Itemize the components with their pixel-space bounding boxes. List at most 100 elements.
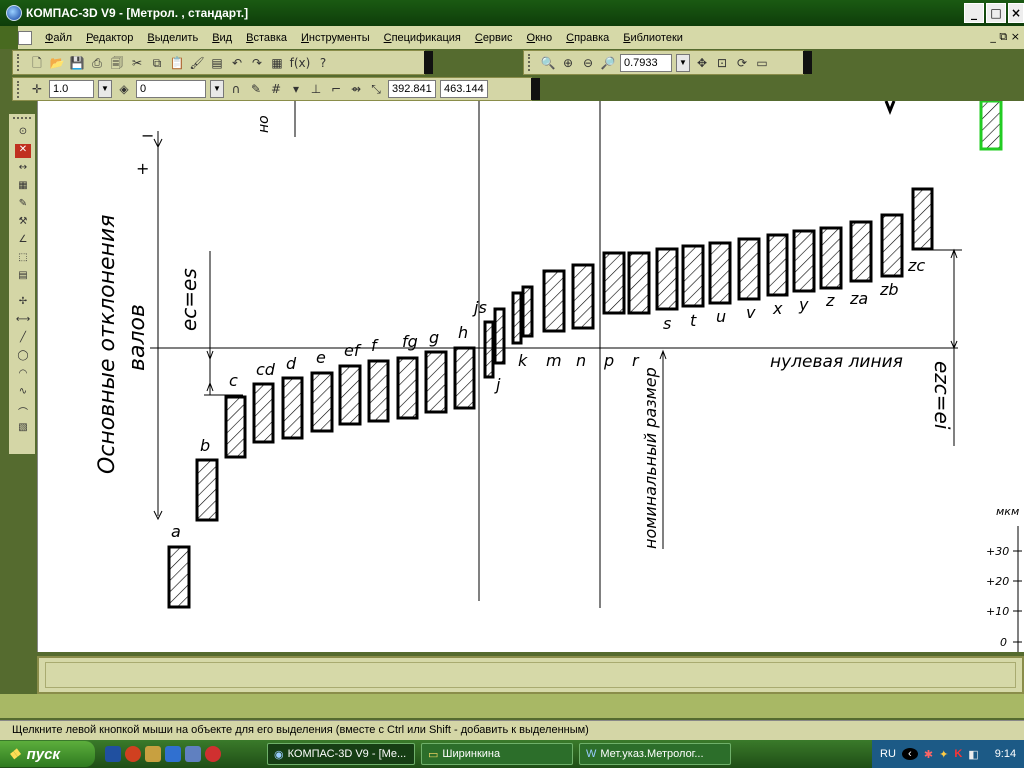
- menu-tools[interactable]: Инструменты: [301, 32, 370, 44]
- cut-icon[interactable]: ✂: [129, 55, 145, 71]
- app-icon[interactable]: [6, 5, 22, 21]
- app-quicklaunch-icon[interactable]: [145, 746, 161, 762]
- language-indicator[interactable]: RU: [880, 748, 896, 760]
- properties-panel-field[interactable]: [45, 662, 1016, 688]
- doc-quicklaunch-icon[interactable]: [185, 746, 201, 762]
- toolbar-grip[interactable]: [17, 54, 21, 71]
- menu-view[interactable]: Вид: [212, 32, 232, 44]
- close-button[interactable]: ×: [1008, 3, 1024, 23]
- format-brush-icon[interactable]: 🖌: [189, 55, 205, 71]
- maximize-button[interactable]: □: [986, 3, 1006, 23]
- menu-insert[interactable]: Вставка: [246, 32, 287, 44]
- hatch-icon[interactable]: ▧: [15, 422, 31, 436]
- media-quicklaunch-icon[interactable]: [205, 746, 221, 762]
- show-all-icon[interactable]: ⊡: [714, 55, 730, 71]
- point-icon[interactable]: ✢: [15, 296, 31, 310]
- taskbar-item-word[interactable]: W Мет.указ.Метролог...: [579, 743, 731, 765]
- grid-dropdown-icon[interactable]: ▾: [288, 81, 304, 97]
- geometry-icon[interactable]: ⊙: [15, 126, 31, 140]
- undo-icon[interactable]: ↶: [229, 55, 245, 71]
- cursor-coords-icon[interactable]: ⤡: [368, 81, 384, 97]
- cursor-step-icon[interactable]: ⇴: [348, 81, 364, 97]
- round-icon[interactable]: ⌐: [328, 81, 344, 97]
- line-width-dropdown[interactable]: ▼: [98, 80, 112, 98]
- zoom-scale-icon[interactable]: 🔎: [600, 55, 616, 71]
- copy-icon[interactable]: ⧉: [149, 55, 165, 71]
- toolbar-grip[interactable]: [528, 54, 532, 71]
- function-icon[interactable]: f(x): [289, 55, 311, 71]
- edit-icon[interactable]: ✎: [15, 198, 31, 212]
- toolbar-grip[interactable]: [17, 81, 21, 98]
- tray-app-icon[interactable]: ✦: [939, 748, 948, 761]
- snap-settings-icon[interactable]: ✎: [248, 81, 264, 97]
- selected-bar-fragment[interactable]: [979, 101, 1003, 151]
- calculator-icon[interactable]: ▦: [269, 55, 285, 71]
- layer-icon[interactable]: ◈: [116, 81, 132, 97]
- menu-edit[interactable]: Редактор: [86, 32, 133, 44]
- circle-icon[interactable]: ◯: [15, 350, 31, 364]
- cursor-x-field[interactable]: 392.841: [388, 80, 436, 98]
- opera-quicklaunch-icon[interactable]: [125, 746, 141, 762]
- word-quicklaunch-icon[interactable]: [105, 746, 121, 762]
- zoom-window-icon[interactable]: 🔍: [540, 55, 556, 71]
- pan-icon[interactable]: ✥: [694, 55, 710, 71]
- layer-dropdown[interactable]: ▼: [210, 80, 224, 98]
- help-pointer-icon[interactable]: ?: [315, 55, 331, 71]
- taskbar-item-kompas[interactable]: ◉ КОМПАС-3D V9 - [Ме...: [267, 743, 415, 765]
- aux-line-icon[interactable]: ╱: [15, 332, 31, 346]
- new-document-icon[interactable]: 🗋: [29, 55, 45, 71]
- redo-icon[interactable]: ↷: [249, 55, 265, 71]
- menu-libraries[interactable]: Библиотеки: [623, 32, 683, 44]
- line-width-field[interactable]: 1.0: [49, 80, 94, 98]
- back-arrow-icon[interactable]: ‹: [901, 748, 918, 760]
- menu-service[interactable]: Сервис: [475, 32, 513, 44]
- tray-app-icon[interactable]: ◧: [968, 748, 978, 761]
- symbols-icon[interactable]: ▦: [15, 180, 31, 194]
- select-icon[interactable]: ⬚: [15, 252, 31, 266]
- print-icon[interactable]: ⎙: [89, 55, 105, 71]
- menu-specification[interactable]: Спецификация: [384, 32, 461, 44]
- cursor-y-field[interactable]: 463.144: [440, 80, 488, 98]
- zoom-in-icon[interactable]: ⊕: [560, 55, 576, 71]
- drawing-canvas[interactable]: − + Основные отклонения валов eᴄ=es eᴢᴄ=…: [37, 101, 1024, 652]
- save-icon[interactable]: 💾: [69, 55, 85, 71]
- folder-icon: ▭: [428, 748, 439, 761]
- layer-field[interactable]: 0: [136, 80, 206, 98]
- menu-help[interactable]: Справка: [566, 32, 609, 44]
- antivirus-icon[interactable]: K: [954, 748, 962, 760]
- tray-app-icon[interactable]: ✱: [924, 748, 933, 761]
- mdi-controls[interactable]: _ ⧉ ×: [990, 30, 1020, 44]
- zoom-field[interactable]: 0.7933: [620, 53, 672, 72]
- paste-icon[interactable]: 📋: [169, 55, 185, 71]
- arc-icon[interactable]: ◠: [15, 368, 31, 382]
- snap-magnet-icon[interactable]: ∩: [228, 81, 244, 97]
- zoom-out-icon[interactable]: ⊖: [580, 55, 596, 71]
- grid-icon[interactable]: #: [268, 81, 284, 97]
- open-icon[interactable]: 📂: [49, 55, 65, 71]
- polyline-icon[interactable]: ⌒: [15, 404, 31, 419]
- measure-icon[interactable]: ∠: [15, 234, 31, 248]
- minimize-button[interactable]: _: [964, 3, 984, 23]
- start-button[interactable]: ❖ пуск: [0, 741, 95, 767]
- menu-select[interactable]: Выделить: [147, 32, 198, 44]
- spec-icon[interactable]: ▤: [15, 270, 31, 284]
- active-tool-icon[interactable]: ✕: [15, 144, 31, 158]
- refresh-icon[interactable]: ⟳: [734, 55, 750, 71]
- local-cs-icon[interactable]: ✛: [29, 81, 45, 97]
- spline-icon[interactable]: ∿: [15, 386, 31, 400]
- properties-icon[interactable]: ▤: [209, 55, 225, 71]
- taskbar-item-folder[interactable]: ▭ Ширинкина: [421, 743, 573, 765]
- orthogonal-icon[interactable]: ⊥: [308, 81, 324, 97]
- ie-quicklaunch-icon[interactable]: [165, 746, 181, 762]
- print-preview-icon[interactable]: 🗐: [109, 55, 125, 71]
- toolbar-grip[interactable]: [13, 117, 31, 121]
- layers-icon[interactable]: ▭: [754, 55, 770, 71]
- menu-file[interactable]: Файл: [45, 32, 72, 44]
- menu-window[interactable]: Окно: [527, 32, 553, 44]
- taskbar-item-label: Ширинкина: [442, 748, 501, 760]
- parametrization-icon[interactable]: ⚒: [15, 216, 31, 230]
- zoom-dropdown[interactable]: ▼: [676, 53, 690, 72]
- segment-icon[interactable]: ⟷: [15, 314, 31, 328]
- document-icon[interactable]: [18, 30, 32, 45]
- dimensions-icon[interactable]: ↔: [15, 162, 31, 176]
